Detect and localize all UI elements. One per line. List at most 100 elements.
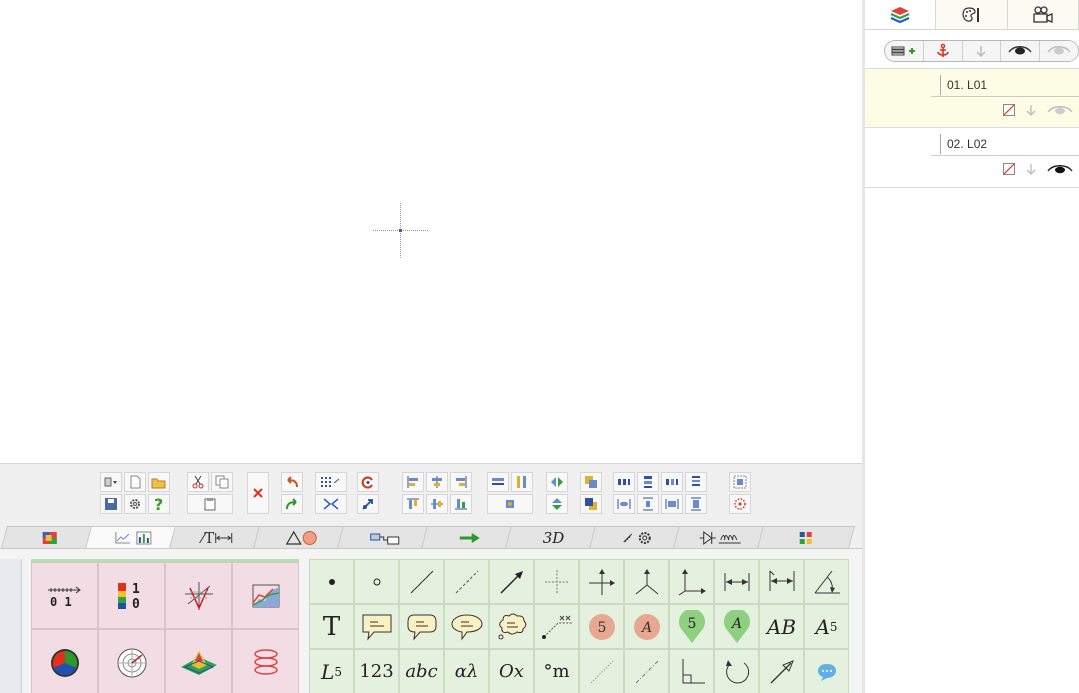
- save-button[interactable]: [100, 494, 122, 514]
- pin-letter-tool[interactable]: A: [714, 604, 759, 649]
- tab-style[interactable]: [936, 0, 1008, 29]
- show-all-button[interactable]: [1001, 41, 1041, 61]
- dash-dot-line-tool[interactable]: [624, 649, 669, 693]
- anchor-button[interactable]: [923, 41, 963, 61]
- undo-button[interactable]: [281, 472, 303, 492]
- help-button[interactable]: ?: [148, 494, 170, 514]
- layer-item[interactable]: 01. L01: [865, 68, 1079, 128]
- crosshair-tool[interactable]: [534, 559, 579, 604]
- align-right-button[interactable]: [450, 472, 472, 492]
- callout-rect-tool[interactable]: [354, 604, 399, 649]
- tab-circuits[interactable]: [673, 526, 771, 548]
- space-v-button[interactable]: [637, 472, 659, 492]
- tab-charts[interactable]: [84, 526, 184, 549]
- tab-lines-text[interactable]: ⁄T: [169, 526, 267, 548]
- transform-button[interactable]: [357, 494, 379, 514]
- match-width-button[interactable]: [613, 494, 635, 514]
- align-left-button[interactable]: [402, 472, 424, 492]
- pie-chart-tool[interactable]: [31, 629, 98, 693]
- new-file-button[interactable]: [124, 472, 146, 492]
- line-tool[interactable]: [399, 559, 444, 604]
- copy-button[interactable]: [211, 472, 233, 492]
- delete-button[interactable]: [247, 472, 269, 514]
- layer-name[interactable]: 01. L01: [940, 75, 987, 95]
- paste-button[interactable]: [187, 494, 233, 514]
- axis-label-tool[interactable]: Ox: [489, 649, 534, 693]
- match-width2-button[interactable]: [661, 494, 683, 514]
- tab-arrows[interactable]: [421, 526, 519, 548]
- greek-label-tool[interactable]: αλ: [444, 649, 489, 693]
- callout-oval-tool[interactable]: [444, 604, 489, 649]
- send-back-button[interactable]: [580, 494, 602, 514]
- drawing-canvas[interactable]: [0, 0, 862, 463]
- move-down-icon[interactable]: [1025, 163, 1037, 175]
- right-angle-tool[interactable]: [669, 649, 714, 693]
- label-subscript-tool[interactable]: A5: [804, 604, 849, 649]
- space-v2-button[interactable]: [685, 472, 707, 492]
- align-top-button[interactable]: [402, 494, 424, 514]
- redo-button[interactable]: [281, 494, 303, 514]
- axis-3d-tool[interactable]: [624, 559, 669, 604]
- side-strip[interactable]: [0, 559, 22, 693]
- text-tool[interactable]: T: [309, 604, 354, 649]
- visibility-icon[interactable]: [1047, 163, 1073, 175]
- match-height-button[interactable]: [637, 494, 659, 514]
- group-button[interactable]: [729, 472, 751, 492]
- vector-tool[interactable]: [759, 649, 804, 693]
- match-height2-button[interactable]: [685, 494, 707, 514]
- unit-label-tool[interactable]: °m: [534, 649, 579, 693]
- grid-button[interactable]: [315, 472, 347, 492]
- badge-letter-tool[interactable]: A: [624, 604, 669, 649]
- flip-v-button[interactable]: [546, 494, 568, 514]
- chat-bubble-tool[interactable]: [804, 649, 849, 693]
- snap-button[interactable]: [315, 494, 347, 514]
- rotate-arc-tool[interactable]: [714, 649, 759, 693]
- visibility-icon[interactable]: [1047, 104, 1073, 116]
- axis-corner-tool[interactable]: [669, 559, 714, 604]
- area-chart-tool[interactable]: [232, 562, 299, 629]
- rotate-button[interactable]: [357, 472, 379, 492]
- 3d-axis-tool[interactable]: [165, 562, 232, 629]
- move-down-button[interactable]: [962, 41, 1002, 61]
- settings-button[interactable]: [124, 494, 146, 514]
- dimension-ext-tool[interactable]: [759, 559, 804, 604]
- callout-round-tool[interactable]: [399, 604, 444, 649]
- tab-camera[interactable]: [1007, 0, 1079, 29]
- tab-colors[interactable]: [1, 526, 99, 548]
- space-h2-button[interactable]: [661, 472, 683, 492]
- no-fill-icon[interactable]: [1003, 104, 1015, 116]
- distribute-v-button[interactable]: [511, 472, 533, 492]
- flip-h-button[interactable]: [546, 472, 568, 492]
- cut-button[interactable]: [187, 472, 209, 492]
- circle-point-tool[interactable]: [354, 559, 399, 604]
- center-button[interactable]: [487, 494, 533, 514]
- surface-plot-tool[interactable]: [165, 629, 232, 693]
- move-down-icon[interactable]: [1025, 104, 1037, 116]
- distribute-h-button[interactable]: [487, 472, 509, 492]
- menu-button[interactable]: [100, 472, 122, 492]
- number-line-tool[interactable]: 0 1: [31, 562, 98, 629]
- align-bottom-button[interactable]: [450, 494, 472, 514]
- label-ab-tool[interactable]: AB: [759, 604, 804, 649]
- leader-tool[interactable]: [534, 604, 579, 649]
- number-label-tool[interactable]: 123: [354, 649, 399, 693]
- dashed-line-tool[interactable]: [444, 559, 489, 604]
- dimension-tool[interactable]: [714, 559, 759, 604]
- tab-misc[interactable]: [757, 526, 855, 548]
- tab-mechanics[interactable]: [589, 526, 687, 548]
- callout-cloud-tool[interactable]: [489, 604, 534, 649]
- dotted-line-tool[interactable]: [579, 649, 624, 693]
- space-h-button[interactable]: [613, 472, 635, 492]
- layer-item[interactable]: 02. L02: [865, 128, 1079, 188]
- polar-chart-tool[interactable]: [98, 629, 165, 693]
- color-scale-tool[interactable]: 1 0: [98, 562, 165, 629]
- pin-number-tool[interactable]: 5: [669, 604, 714, 649]
- text-label-tool[interactable]: abc: [399, 649, 444, 693]
- align-center-button[interactable]: [426, 472, 448, 492]
- point-tool[interactable]: [309, 559, 354, 604]
- hide-all-button[interactable]: [1040, 41, 1078, 61]
- tab-shapes[interactable]: [253, 526, 351, 548]
- label-l-subscript-tool[interactable]: L5: [309, 649, 354, 693]
- layer-name[interactable]: 02. L02: [940, 134, 987, 154]
- badge-number-tool[interactable]: 5: [579, 604, 624, 649]
